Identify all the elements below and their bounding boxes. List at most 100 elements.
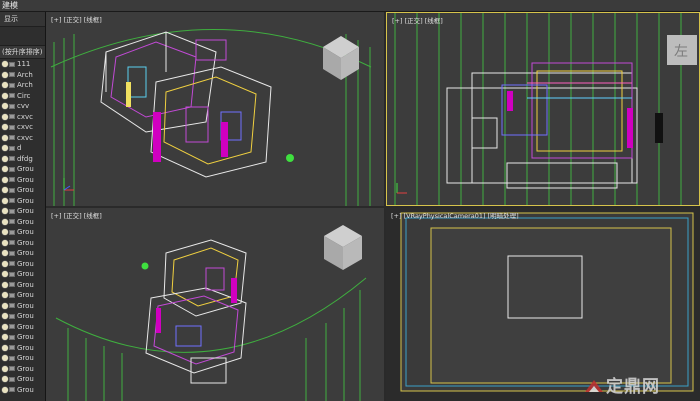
scene-object-item[interactable]: Grou <box>0 248 45 259</box>
visibility-bulb-icon[interactable] <box>2 260 8 267</box>
object-icon <box>9 313 15 319</box>
object-name: Arch <box>17 81 33 89</box>
visibility-bulb-icon[interactable] <box>2 134 8 141</box>
scene-object-item[interactable]: Grou <box>0 343 45 354</box>
viewport-top-right[interactable]: 左 [+] [正交] [线框] <box>386 12 700 206</box>
object-name: Grou <box>17 217 34 226</box>
sort-header[interactable]: (按升序排序) <box>0 45 45 59</box>
scene-object-item[interactable]: Grou <box>0 227 45 238</box>
viewcube-face-label: 左 <box>674 44 688 60</box>
scene-object-item[interactable]: cxvc <box>0 112 45 123</box>
scene-object-item[interactable]: Grou <box>0 175 45 186</box>
scene-object-item[interactable]: Grou <box>0 374 45 385</box>
scene-object-item[interactable]: Grou <box>0 217 45 228</box>
scene-object-item[interactable]: Grou <box>0 290 45 301</box>
scene-object-item[interactable]: dfdg <box>0 154 45 165</box>
visibility-bulb-icon[interactable] <box>2 313 8 319</box>
visibility-bulb-icon[interactable] <box>2 187 8 193</box>
object-icon <box>9 208 15 214</box>
object-name: cxvc <box>17 112 33 121</box>
viewport-label[interactable]: [+] [正交] [线框] <box>51 14 102 24</box>
visibility-bulb-icon[interactable] <box>2 239 8 246</box>
scene-object-item[interactable]: Grou <box>0 185 45 196</box>
visibility-bulb-icon[interactable] <box>2 145 8 151</box>
object-name: Grou <box>17 343 34 352</box>
object-name: Grou <box>17 291 34 299</box>
visibility-bulb-icon[interactable] <box>2 281 8 288</box>
scene-object-item[interactable]: Grou <box>0 364 45 375</box>
object-name: cvv <box>17 102 30 110</box>
visibility-bulb-icon[interactable] <box>2 124 8 130</box>
scene-object-item[interactable]: cxvc <box>0 133 45 144</box>
viewport-bottom-left[interactable]: [+] [正交] [线框] <box>46 208 384 401</box>
visibility-bulb-icon[interactable] <box>2 344 8 351</box>
scene-object-item[interactable]: Grou <box>0 259 45 270</box>
visibility-bulb-icon[interactable] <box>2 323 8 330</box>
viewcube[interactable] <box>324 225 362 270</box>
object-name: Grou <box>17 375 34 383</box>
object-icon <box>9 156 15 161</box>
scene-object-item[interactable]: d <box>0 143 45 154</box>
scene-object-item[interactable]: Grou <box>0 311 45 322</box>
scene-object-item[interactable]: Arch <box>0 70 45 81</box>
viewcube[interactable]: 左 <box>667 35 697 65</box>
visibility-bulb-icon[interactable] <box>2 229 8 235</box>
visibility-bulb-icon[interactable] <box>2 71 8 78</box>
object-name: Grou <box>17 270 34 278</box>
visibility-bulb-icon[interactable] <box>2 334 8 340</box>
scene-object-item[interactable]: 111 <box>0 59 45 70</box>
visibility-bulb-icon[interactable] <box>2 82 8 88</box>
visibility-bulb-icon[interactable] <box>2 155 8 162</box>
scene-object-item[interactable]: Grou <box>0 238 45 249</box>
scene-object-item[interactable]: cxvc <box>0 122 45 133</box>
window-title: 建模 <box>2 1 18 10</box>
scene-object-item[interactable]: Grou <box>0 385 45 396</box>
object-icon <box>9 93 15 98</box>
viewport-label[interactable]: [+] [正交] [线框] <box>392 15 443 25</box>
object-icon <box>9 250 15 256</box>
visibility-bulb-icon[interactable] <box>2 92 8 99</box>
scene-object-item[interactable]: Grou <box>0 196 45 207</box>
visibility-bulb-icon[interactable] <box>2 271 8 277</box>
visibility-bulb-icon[interactable] <box>2 197 8 204</box>
visibility-bulb-icon[interactable] <box>2 218 8 225</box>
wireframe-scene <box>55 225 367 401</box>
scene-object-item[interactable]: Circ <box>0 91 45 102</box>
scene-object-item[interactable]: Grou <box>0 269 45 280</box>
visibility-bulb-icon[interactable] <box>2 292 8 298</box>
scene-object-item[interactable]: Grou <box>0 206 45 217</box>
object-icon <box>9 261 15 266</box>
visibility-bulb-icon[interactable] <box>2 176 8 183</box>
object-name: Grou <box>17 186 34 194</box>
scene-object-item[interactable]: Arch <box>0 80 45 91</box>
visibility-bulb-icon[interactable] <box>2 355 8 361</box>
object-name: Grou <box>17 301 34 310</box>
scene-object-item[interactable]: Grou <box>0 322 45 333</box>
viewport-label[interactable]: [+] [正交] [线框] <box>51 210 102 220</box>
visibility-bulb-icon[interactable] <box>2 166 8 172</box>
scene-object-item[interactable]: cvv <box>0 101 45 112</box>
object-icon <box>9 124 15 130</box>
visibility-bulb-icon[interactable] <box>2 386 8 393</box>
visibility-bulb-icon[interactable] <box>2 61 8 67</box>
scene-object-item[interactable]: Grou <box>0 332 45 343</box>
visibility-bulb-icon[interactable] <box>2 365 8 372</box>
visibility-bulb-icon[interactable] <box>2 113 8 120</box>
visibility-bulb-icon[interactable] <box>2 376 8 382</box>
scene-explorer: 显示 (按升序排序) 111 Arch Arch Circ cvv cxvc cxvc cxv… <box>0 12 46 401</box>
viewport-label[interactable]: [+] [VRayPhysicalCamera01] [明暗处理] <box>391 210 519 220</box>
visibility-bulb-icon[interactable] <box>2 302 8 309</box>
object-name: Grou <box>17 207 34 215</box>
scene-object-item[interactable]: Grou <box>0 301 45 312</box>
object-icon <box>9 387 15 392</box>
scene-object-item[interactable]: Grou <box>0 164 45 175</box>
scene-object-item[interactable]: Grou <box>0 280 45 291</box>
object-icon <box>9 292 15 298</box>
visibility-bulb-icon[interactable] <box>2 208 8 214</box>
scene-object-item[interactable]: Grou <box>0 353 45 364</box>
visibility-bulb-icon[interactable] <box>2 103 8 109</box>
display-button[interactable]: 显示 <box>0 12 45 27</box>
visibility-bulb-icon[interactable] <box>2 250 8 256</box>
viewport-top-left[interactable]: [+] [正交] [线框] <box>46 12 384 206</box>
viewcube[interactable] <box>323 36 359 80</box>
